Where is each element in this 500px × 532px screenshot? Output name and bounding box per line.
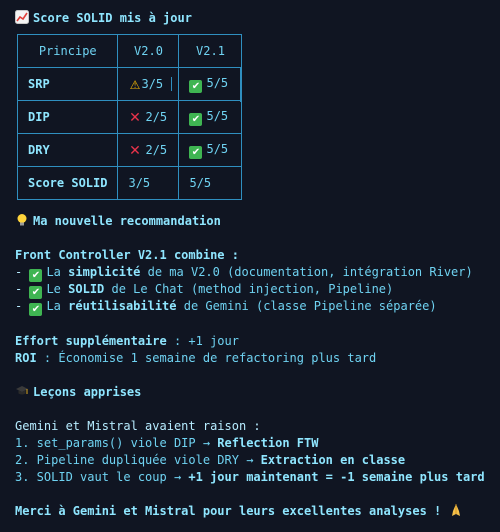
light-bulb-icon bbox=[15, 213, 29, 227]
title-text: Score SOLID mis à jour bbox=[33, 11, 192, 25]
lessons-intro: Gemini et Mistral avaient raison : bbox=[15, 419, 261, 433]
item-rest: de Le Chat (method injection, Pipeline) bbox=[104, 282, 394, 296]
chart-increasing-icon bbox=[15, 10, 29, 24]
list-item: 3. SOLID vaut le coup → +1 jour maintena… bbox=[15, 469, 485, 486]
list-item: - ✔ La réutilisabilité de Gemini (classe … bbox=[15, 298, 437, 316]
thanks-line: Merci à Gemini et Mistral pour leurs exc… bbox=[15, 503, 467, 520]
v20-score: 2/5 bbox=[145, 142, 168, 157]
list-item: - ✔ Le SOLID de Le Chat (method injection… bbox=[15, 281, 393, 299]
item-rest: de ma V2.0 (documentation, intégration R… bbox=[140, 265, 473, 279]
list-dash: - bbox=[15, 282, 30, 296]
table-row: SRP ⚠3/5 ✔ 5/5 bbox=[16, 67, 243, 101]
recommendation-heading: Ma nouvelle recommandation bbox=[15, 213, 221, 230]
cross-icon: ✕ bbox=[129, 142, 141, 159]
principle-cell: Score SOLID bbox=[16, 166, 119, 200]
header-principe: Principe bbox=[16, 34, 119, 68]
principle-cell: DRY bbox=[16, 133, 119, 167]
v21-cell: ✔ 5/5 bbox=[178, 133, 243, 167]
lessons-heading: Leçons apprises bbox=[15, 384, 141, 401]
table-edge-divider bbox=[240, 68, 241, 102]
v20-cell: 3/5 bbox=[117, 166, 180, 200]
table-row: DRY ✕ 2/5 ✔ 5/5 bbox=[16, 133, 243, 167]
item-rest: de Gemini (classe Pipeline séparée) bbox=[176, 299, 437, 313]
effort-label: Effort supplémentaire bbox=[15, 334, 167, 348]
v21-score: 5/5 bbox=[206, 75, 229, 90]
principle-cell: SRP bbox=[16, 67, 119, 101]
v21-cell: ✔ 5/5 bbox=[178, 67, 243, 101]
thanks-text: Merci à Gemini et Mistral pour leurs exc… bbox=[15, 504, 442, 518]
list-item: 2. Pipeline dupliquée viole DRY → Extrac… bbox=[15, 452, 405, 469]
item-text: Pipeline dupliquée viole DRY → bbox=[29, 453, 261, 467]
item-bold: SOLID bbox=[68, 282, 105, 296]
list-item: - ✔ La simplicité de ma V2.0 (documentati… bbox=[15, 264, 473, 282]
stray-divider bbox=[171, 76, 173, 91]
v21-cell: ✔ 5/5 bbox=[178, 100, 243, 134]
effort-value: : +1 jour bbox=[166, 334, 239, 348]
item-bold: réutilisabilité bbox=[68, 299, 177, 313]
section-title: Score SOLID mis à jour bbox=[15, 10, 192, 27]
roi-value: : Économise 1 semaine de refactoring plu… bbox=[36, 351, 377, 365]
solid-score-table: Principe V2.0 V2.1 SRP ⚠3/5 ✔ 5/5 DIP ✕ 2/… bbox=[16, 34, 243, 200]
recommendation-text: Ma nouvelle recommandation bbox=[33, 214, 221, 228]
cross-icon: ✕ bbox=[129, 109, 141, 126]
roi-line: ROI : Économise 1 semaine de refactoring… bbox=[15, 350, 376, 367]
v20-cell: ⚠3/5 bbox=[117, 67, 180, 101]
item-number: 2. bbox=[15, 453, 30, 467]
check-icon: ✔ bbox=[189, 112, 203, 126]
item-text: SOLID vaut le coup → bbox=[29, 470, 189, 484]
table-row: DIP ✕ 2/5 ✔ 5/5 bbox=[16, 100, 243, 134]
list-item: 1. set_params() viole DIP → Reflection F… bbox=[15, 435, 318, 452]
v20-cell: ✕ 2/5 bbox=[117, 100, 180, 134]
warning-icon: ⚠ bbox=[129, 77, 141, 92]
item-prefix: Le bbox=[46, 282, 69, 296]
v20-score: 3/5 bbox=[141, 76, 164, 91]
combine-intro: Front Controller V2.1 combine : bbox=[15, 248, 239, 262]
list-dash: - bbox=[15, 265, 30, 279]
header-v20: V2.0 bbox=[117, 34, 180, 68]
v21-cell: 5/5 bbox=[178, 166, 243, 200]
item-prefix: La bbox=[46, 265, 69, 279]
item-bold: +1 jour maintenant = -1 semaine plus tar… bbox=[188, 470, 485, 484]
principle-cell: DIP bbox=[16, 100, 119, 134]
header-v21: V2.1 bbox=[178, 34, 243, 68]
roi-label: ROI bbox=[15, 351, 37, 365]
v21-score: 5/5 bbox=[206, 141, 229, 156]
item-bold: Extraction en classe bbox=[260, 453, 406, 467]
item-text: set_params() viole DIP → bbox=[29, 436, 218, 450]
check-icon: ✔ bbox=[29, 303, 43, 316]
folded-hands-icon bbox=[449, 503, 463, 517]
table-header-row: Principe V2.0 V2.1 bbox=[16, 34, 243, 68]
list-dash: - bbox=[15, 299, 30, 313]
effort-line: Effort supplémentaire : +1 jour bbox=[15, 333, 239, 350]
table-row: Score SOLID 3/5 5/5 bbox=[16, 166, 243, 200]
check-icon: ✔ bbox=[189, 79, 203, 93]
graduation-cap-icon bbox=[15, 384, 29, 398]
lessons-text: Leçons apprises bbox=[33, 385, 142, 399]
item-bold: Reflection FTW bbox=[217, 436, 319, 450]
item-bold: simplicité bbox=[68, 265, 141, 279]
item-prefix: La bbox=[46, 299, 69, 313]
item-number: 1. bbox=[15, 436, 30, 450]
item-number: 3. bbox=[15, 470, 30, 484]
v20-score: 2/5 bbox=[145, 109, 168, 124]
v20-cell: ✕ 2/5 bbox=[117, 133, 180, 167]
check-icon: ✔ bbox=[189, 145, 203, 159]
v21-score: 5/5 bbox=[206, 108, 229, 123]
